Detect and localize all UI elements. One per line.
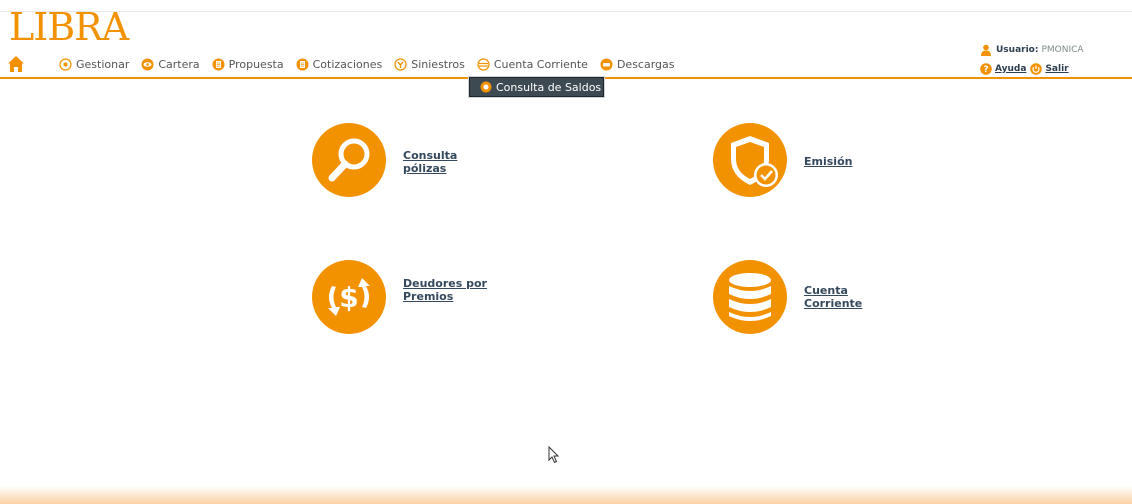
database-icon bbox=[477, 57, 490, 71]
download-icon bbox=[600, 58, 613, 70]
home-icon[interactable] bbox=[7, 55, 25, 73]
help-link[interactable]: Ayuda bbox=[995, 64, 1026, 74]
nav-siniestros[interactable]: Siniestros bbox=[394, 58, 465, 71]
nav-label: Gestionar bbox=[76, 57, 130, 71]
user-panel: Usuario: PMONICA ? Ayuda Salir bbox=[980, 42, 1084, 76]
nav-gestionar[interactable]: Gestionar bbox=[59, 58, 129, 71]
top-divider bbox=[0, 11, 1132, 12]
gear-icon bbox=[59, 57, 72, 71]
nav-label: Siniestros bbox=[411, 57, 465, 71]
nav-descargas[interactable]: Descargas bbox=[600, 58, 675, 71]
libra-logo[interactable]: LIBRA bbox=[9, 5, 129, 49]
nav-label: Propuesta bbox=[228, 57, 284, 71]
wrench-icon bbox=[394, 57, 407, 71]
submenu-consulta-de-saldos[interactable]: Consulta de Saldos bbox=[469, 77, 604, 97]
power-icon[interactable] bbox=[1030, 62, 1043, 75]
emision-link[interactable]: Emisión bbox=[804, 155, 894, 168]
cuenta-corriente-link[interactable]: Cuenta Corriente bbox=[804, 284, 894, 310]
nav-propuesta[interactable]: Propuesta bbox=[212, 58, 284, 71]
help-icon[interactable]: ? bbox=[980, 62, 992, 75]
shield-check-icon[interactable] bbox=[713, 123, 787, 197]
nav-cuenta-corriente[interactable]: Cuenta Corriente bbox=[477, 58, 588, 71]
mouse-cursor-icon bbox=[548, 446, 560, 464]
nav-label: Cotizaciones bbox=[312, 57, 383, 71]
eye-icon bbox=[141, 58, 154, 70]
magnifier-icon[interactable] bbox=[312, 123, 386, 197]
coin-icon bbox=[480, 81, 492, 93]
deudores-por-premios-link[interactable]: Deudores por Premios bbox=[403, 277, 493, 303]
main-nav: Gestionar Cartera Propuesta Cotizaciones bbox=[59, 56, 687, 72]
nav-cartera[interactable]: Cartera bbox=[141, 57, 200, 71]
nav-label: Cartera bbox=[158, 57, 200, 71]
money-cycle-icon[interactable]: $ bbox=[312, 260, 386, 334]
database-icon[interactable] bbox=[713, 260, 787, 334]
nav-cotizaciones[interactable]: Cotizaciones bbox=[296, 57, 383, 71]
document-icon bbox=[296, 58, 309, 70]
consulta-polizas-link[interactable]: Consulta pólizas bbox=[403, 149, 493, 175]
submenu-label: Consulta de Saldos bbox=[496, 80, 602, 94]
document-icon bbox=[212, 58, 225, 70]
user-icon bbox=[981, 44, 991, 56]
footer-band bbox=[0, 486, 1132, 504]
user-name: PMONICA bbox=[1041, 44, 1084, 55]
nav-label: Cuenta Corriente bbox=[493, 57, 588, 71]
nav-label: Descargas bbox=[616, 57, 675, 71]
svg-text:$: $ bbox=[339, 281, 358, 314]
svg-text:?: ? bbox=[983, 65, 988, 75]
logout-link[interactable]: Salir bbox=[1045, 64, 1068, 74]
user-label: Usuario: bbox=[996, 44, 1039, 55]
